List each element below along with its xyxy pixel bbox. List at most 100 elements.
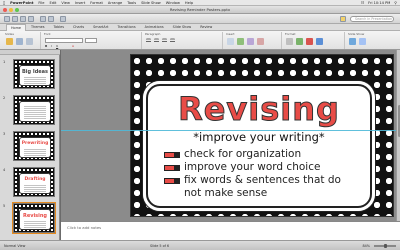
help-icon[interactable] xyxy=(340,16,346,22)
menu-slide-show[interactable]: Slide Show xyxy=(141,1,161,5)
label-panel: Revising *improve your writing* check fo… xyxy=(146,84,372,208)
ribbon-group-slide-show: Slide Show xyxy=(346,32,396,49)
slide-thumbnail-3[interactable]: Prewriting xyxy=(13,131,55,161)
tab-themes[interactable]: Themes xyxy=(27,24,48,31)
redo-icon[interactable] xyxy=(48,16,54,22)
clock[interactable]: Fri 10:14 PM xyxy=(368,1,390,5)
slide-thumbnail-5[interactable]: Revising xyxy=(12,202,56,234)
font-size-select[interactable] xyxy=(85,38,97,43)
zoom-percent[interactable]: 84% xyxy=(362,244,370,248)
bullet-item[interactable]: check for organization xyxy=(164,148,301,161)
play-icon[interactable] xyxy=(349,38,356,45)
open-icon[interactable] xyxy=(12,16,18,22)
smartart-icon[interactable] xyxy=(257,38,264,45)
tab-charts[interactable]: Charts xyxy=(69,24,88,31)
search-input[interactable]: Search in Presentation xyxy=(350,16,394,22)
menu-tools[interactable]: Tools xyxy=(127,1,136,5)
slides-pane: 1 Big Ideas 2 3 Prewriting 4 Drafting 5 … xyxy=(0,50,60,240)
vertical-scrollbar[interactable] xyxy=(396,50,400,221)
print-icon[interactable] xyxy=(28,16,34,22)
shape-icon[interactable] xyxy=(247,38,254,45)
slide-thumbnail-1[interactable]: Big Ideas xyxy=(13,59,55,89)
slide-number: 3 xyxy=(3,132,6,136)
layout-icon[interactable] xyxy=(16,38,23,45)
tab-slide-show[interactable]: Slide Show xyxy=(169,24,196,31)
status-bar: Normal View Slide 5 of 6 84% xyxy=(0,240,400,250)
save-icon[interactable] xyxy=(20,16,26,22)
presenter-view-icon[interactable] xyxy=(359,38,366,45)
menu-edit[interactable]: Edit xyxy=(49,1,56,5)
ribbon-group-label: Slides xyxy=(5,32,14,36)
menu-arrange[interactable]: Arrange xyxy=(108,1,122,5)
bold-icon[interactable]: B xyxy=(45,44,47,48)
format-painter-icon[interactable] xyxy=(60,16,66,22)
new-icon[interactable] xyxy=(4,16,10,22)
quick-styles-icon[interactable] xyxy=(296,38,303,45)
slide-title[interactable]: Revising xyxy=(148,90,370,129)
zoom-slider-knob[interactable] xyxy=(384,243,387,248)
menu-insert[interactable]: Insert xyxy=(75,1,85,5)
tab-smartart[interactable]: SmartArt xyxy=(89,24,112,31)
menu-format[interactable]: Format xyxy=(90,1,103,5)
arrange-icon[interactable] xyxy=(286,38,293,45)
bullets-icon[interactable] xyxy=(146,38,151,43)
ribbon-body: Slides Font B I U A Paragraph Insert For… xyxy=(0,31,400,50)
menu-help[interactable]: Help xyxy=(185,1,193,5)
ribbon-group-format: Format xyxy=(283,32,345,49)
bullet-text: check for organization xyxy=(184,148,302,160)
slide-number: 5 xyxy=(3,204,6,208)
font-name-select[interactable] xyxy=(45,38,83,43)
picture-icon[interactable] xyxy=(237,38,244,45)
window-title: Revising Reminder Posters.pptx xyxy=(169,7,231,12)
apple-icon[interactable]:  xyxy=(3,1,5,5)
pencil-bullet-icon xyxy=(164,165,180,171)
new-slide-icon[interactable] xyxy=(6,38,13,45)
shape-fill-icon[interactable] xyxy=(306,38,313,45)
notes-pane[interactable]: Click to add notes xyxy=(61,221,400,240)
slide-number: 1 xyxy=(3,60,6,64)
undo-icon[interactable] xyxy=(40,16,46,22)
tab-animations[interactable]: Animations xyxy=(141,24,168,31)
menu-file[interactable]: File xyxy=(38,1,44,5)
align-left-icon[interactable] xyxy=(162,38,167,43)
numbering-icon[interactable] xyxy=(154,38,159,43)
ribbon-group-paragraph: Paragraph xyxy=(143,32,223,49)
tab-home[interactable]: Home xyxy=(6,24,27,31)
slide-thumbnail-title: Big Ideas xyxy=(21,69,49,75)
current-slide[interactable]: Revising *improve your writing* check fo… xyxy=(130,54,394,217)
text-box-icon[interactable] xyxy=(227,38,234,45)
slide-thumbnail-title: Drafting xyxy=(24,177,46,182)
slide-counter: Slide 5 of 6 xyxy=(150,244,170,248)
font-color-icon[interactable]: A xyxy=(72,44,74,48)
ribbon-tabs: Home Themes Tables Charts SmartArt Trans… xyxy=(0,24,400,31)
ribbon-group-insert: Insert xyxy=(224,32,282,49)
ribbon-group-label: Font xyxy=(44,32,51,36)
menu-app-name[interactable]: PowerPoint xyxy=(10,1,33,5)
tab-transitions[interactable]: Transitions xyxy=(113,24,139,31)
slides-pane-header xyxy=(0,50,60,55)
menu-window[interactable]: Window xyxy=(166,1,180,5)
slide-thumbnail-2[interactable] xyxy=(13,95,55,125)
bullet-item[interactable]: improve your word choice xyxy=(164,161,320,174)
bullet-text: fix words & sentences that do xyxy=(184,174,341,186)
slide-subtitle[interactable]: *improve your writing* xyxy=(148,130,370,144)
tab-review[interactable]: Review xyxy=(196,24,216,31)
underline-icon[interactable]: U xyxy=(56,44,58,48)
wifi-icon[interactable]: ☷ xyxy=(361,1,364,5)
slide-thumbnail-4[interactable]: Drafting xyxy=(13,167,55,197)
alignment-guide xyxy=(61,130,396,131)
section-icon[interactable] xyxy=(26,38,33,45)
pencil-bullet-icon xyxy=(164,178,180,184)
bullet-continuation[interactable]: not make sense xyxy=(184,187,267,200)
ribbon-group-font: Font B I U A xyxy=(42,32,142,49)
view-mode-label[interactable]: Normal View xyxy=(4,244,25,248)
notes-placeholder: Click to add notes xyxy=(67,225,102,230)
menu-view[interactable]: View xyxy=(61,1,70,5)
spotlight-icon[interactable]: ⚲ xyxy=(394,1,397,5)
italic-icon[interactable]: I xyxy=(51,44,52,48)
bullet-item[interactable]: fix words & sentences that do xyxy=(164,174,341,187)
slide-thumbnail-title: Revising xyxy=(22,213,48,219)
align-center-icon[interactable] xyxy=(170,38,175,43)
tab-tables[interactable]: Tables xyxy=(49,24,68,31)
shape-outline-icon[interactable] xyxy=(316,38,323,45)
